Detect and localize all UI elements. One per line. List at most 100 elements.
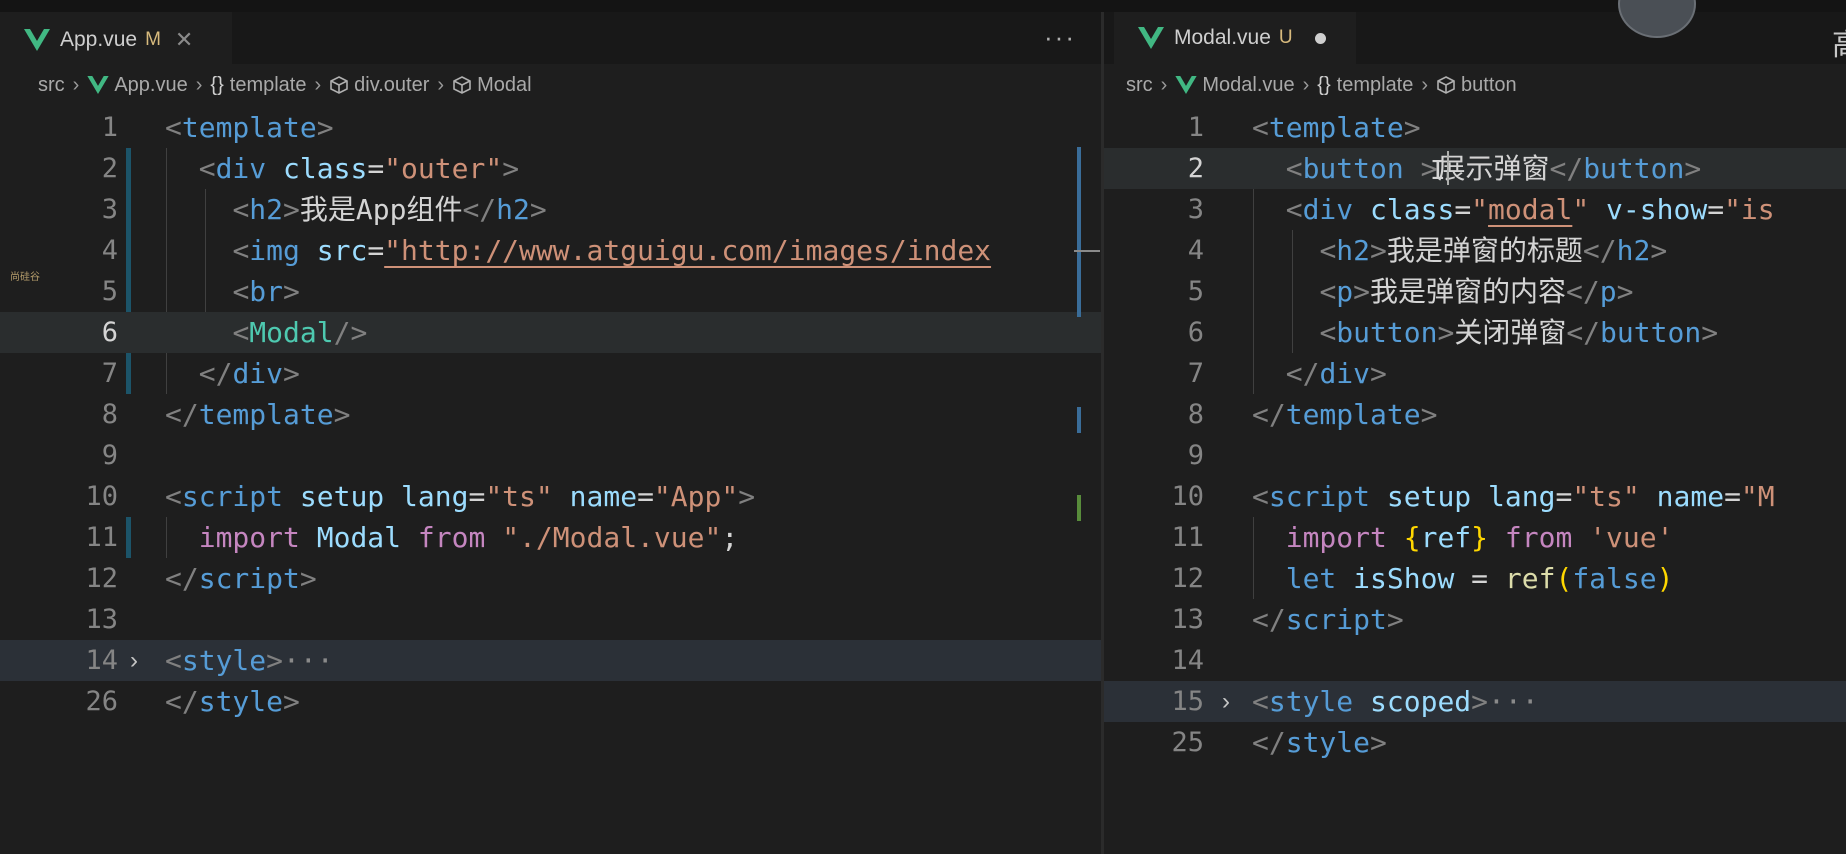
tab-modal-vue[interactable]: Modal.vue U: [1114, 12, 1356, 64]
line-number: 5: [1187, 276, 1204, 307]
editor-pane-left: App.vue M ✕ ··· src › App.vue › {} templ…: [0, 12, 1102, 854]
cube-icon: [329, 75, 349, 95]
code-line: 9: [1104, 435, 1846, 476]
line-number: 14: [1171, 645, 1204, 676]
code-line: 7 </div>: [1104, 353, 1846, 394]
code-line: 5 <br>: [0, 271, 1102, 312]
unsaved-dot-icon[interactable]: [1314, 32, 1326, 44]
overview-ruler-mark: [1077, 495, 1081, 521]
text-cursor: [1447, 151, 1449, 185]
code-line: 1 <template>: [1104, 107, 1846, 148]
line-number: 11: [85, 522, 118, 553]
line-number: 15: [1171, 686, 1204, 717]
untracked-badge: U: [1278, 27, 1293, 48]
line-number: 12: [1171, 563, 1204, 594]
chevron-right-icon: ›: [1302, 73, 1310, 96]
current-line: 2 <button >展示弹窗</button> I: [1104, 148, 1846, 189]
code-line: 11 import Modal from "./Modal.vue";: [0, 517, 1102, 558]
line-number: 10: [1171, 481, 1204, 512]
folded-line[interactable]: 15 › <style scoped>···: [1104, 681, 1846, 722]
vue-file-icon: [1138, 27, 1164, 49]
fold-chevron-icon[interactable]: ›: [130, 640, 138, 681]
line-number: 10: [85, 481, 118, 512]
breadcrumb-div-outer[interactable]: div.outer: [354, 74, 429, 97]
braces-icon: {}: [1317, 73, 1331, 96]
title-strip: [0, 0, 1846, 12]
breadcrumb-src[interactable]: src: [38, 74, 65, 97]
cube-icon: [452, 75, 472, 95]
line-number: 3: [101, 194, 118, 225]
code-editor[interactable]: 1 <template> 2 <button >展示弹窗</button> I …: [1104, 107, 1846, 854]
tab-bar: Modal.vue U: [1104, 12, 1846, 64]
breadcrumb: src › App.vue › {} template › div.outer …: [38, 70, 532, 100]
line-number: 13: [1171, 604, 1204, 635]
code-line: 9: [0, 435, 1102, 476]
line-number: 7: [101, 358, 118, 389]
code-line: 12 </script>: [0, 558, 1102, 599]
line-number: 12: [85, 563, 118, 594]
overview-ruler-mark: [1077, 407, 1081, 433]
corner-glyph: 高: [1832, 20, 1846, 64]
vue-file-icon: [87, 76, 109, 94]
line-number: 2: [101, 153, 118, 184]
overview-ruler-mark: [1077, 147, 1081, 317]
code-line: 2 <div class="outer">: [0, 148, 1102, 189]
line-number: 7: [1187, 358, 1204, 389]
code-line: 5 <p>我是弹窗的内容</p>: [1104, 271, 1846, 312]
fold-chevron-icon[interactable]: ›: [1222, 681, 1230, 722]
line-number: 2: [1187, 153, 1204, 184]
code-line: 8 </template>: [0, 394, 1102, 435]
more-actions-icon[interactable]: ···: [1044, 22, 1076, 53]
chevron-right-icon: ›: [1160, 73, 1168, 96]
vue-file-icon: [1175, 76, 1197, 94]
tab-app-vue[interactable]: App.vue M ✕: [0, 12, 232, 66]
line-number: 1: [101, 112, 118, 143]
breadcrumb-template[interactable]: template: [1337, 74, 1414, 97]
line-number: 25: [1171, 727, 1204, 758]
folded-ellipsis[interactable]: ···: [283, 644, 334, 677]
breadcrumb-src[interactable]: src: [1126, 74, 1153, 97]
chevron-right-icon: ›: [314, 73, 322, 96]
code-line: 25 </style>: [1104, 722, 1846, 763]
close-icon[interactable]: ✕: [175, 27, 193, 53]
line-number: 6: [1187, 317, 1204, 348]
code-line: 13 </script>: [1104, 599, 1846, 640]
chevron-right-icon: ›: [437, 73, 445, 96]
breadcrumb-file[interactable]: App.vue: [114, 74, 187, 97]
i-beam-icon: I: [1430, 156, 1446, 186]
line-number: 8: [101, 399, 118, 430]
breadcrumb: src › Modal.vue › {} template › button: [1126, 70, 1517, 100]
code-line: 4 <img src="http://www.atguigu.com/image…: [0, 230, 1102, 271]
tab-filename: App.vue: [60, 28, 138, 51]
line-number: 3: [1187, 194, 1204, 225]
breadcrumb-modal[interactable]: Modal: [477, 74, 531, 97]
line-number: 9: [1187, 440, 1204, 471]
watermark-logo: 尚硅谷: [10, 272, 40, 283]
cube-icon: [1436, 75, 1456, 95]
breadcrumb-template[interactable]: template: [230, 74, 307, 97]
chevron-right-icon: ›: [195, 73, 203, 96]
code-line: 7 </div>: [0, 353, 1102, 394]
braces-icon: {}: [210, 73, 224, 96]
code-line: 13: [0, 599, 1102, 640]
code-line: 10 <script setup lang="ts" name="M: [1104, 476, 1846, 517]
code-line: 1 <template>: [0, 107, 1102, 148]
folded-ellipsis[interactable]: ···: [1488, 685, 1539, 718]
code-line: 3 <h2>我是App组件</h2>: [0, 189, 1102, 230]
line-number: 14: [85, 645, 118, 676]
code-line: 4 <h2>我是弹窗的标题</h2>: [1104, 230, 1846, 271]
folded-line[interactable]: 14 › <style>···: [0, 640, 1102, 681]
code-line: 10 <script setup lang="ts" name="App">: [0, 476, 1102, 517]
breadcrumb-button[interactable]: button: [1461, 74, 1517, 97]
modified-badge: M: [145, 29, 161, 50]
line-number: 4: [101, 235, 118, 266]
breadcrumb-file[interactable]: Modal.vue: [1202, 74, 1294, 97]
current-line: 6 <Modal/>: [0, 312, 1102, 353]
url-link[interactable]: "http://www.atguigu.com/images/index: [384, 234, 991, 267]
line-number: 13: [85, 604, 118, 635]
code-editor[interactable]: 1 <template> 2 <div class="outer"> 3 <h2…: [0, 107, 1102, 854]
code-line: 12 let isShow = ref(false): [1104, 558, 1846, 599]
code-line: 6 <button>关闭弹窗</button>: [1104, 312, 1846, 353]
vue-file-icon: [24, 29, 50, 51]
chevron-right-icon: ›: [1421, 73, 1429, 96]
